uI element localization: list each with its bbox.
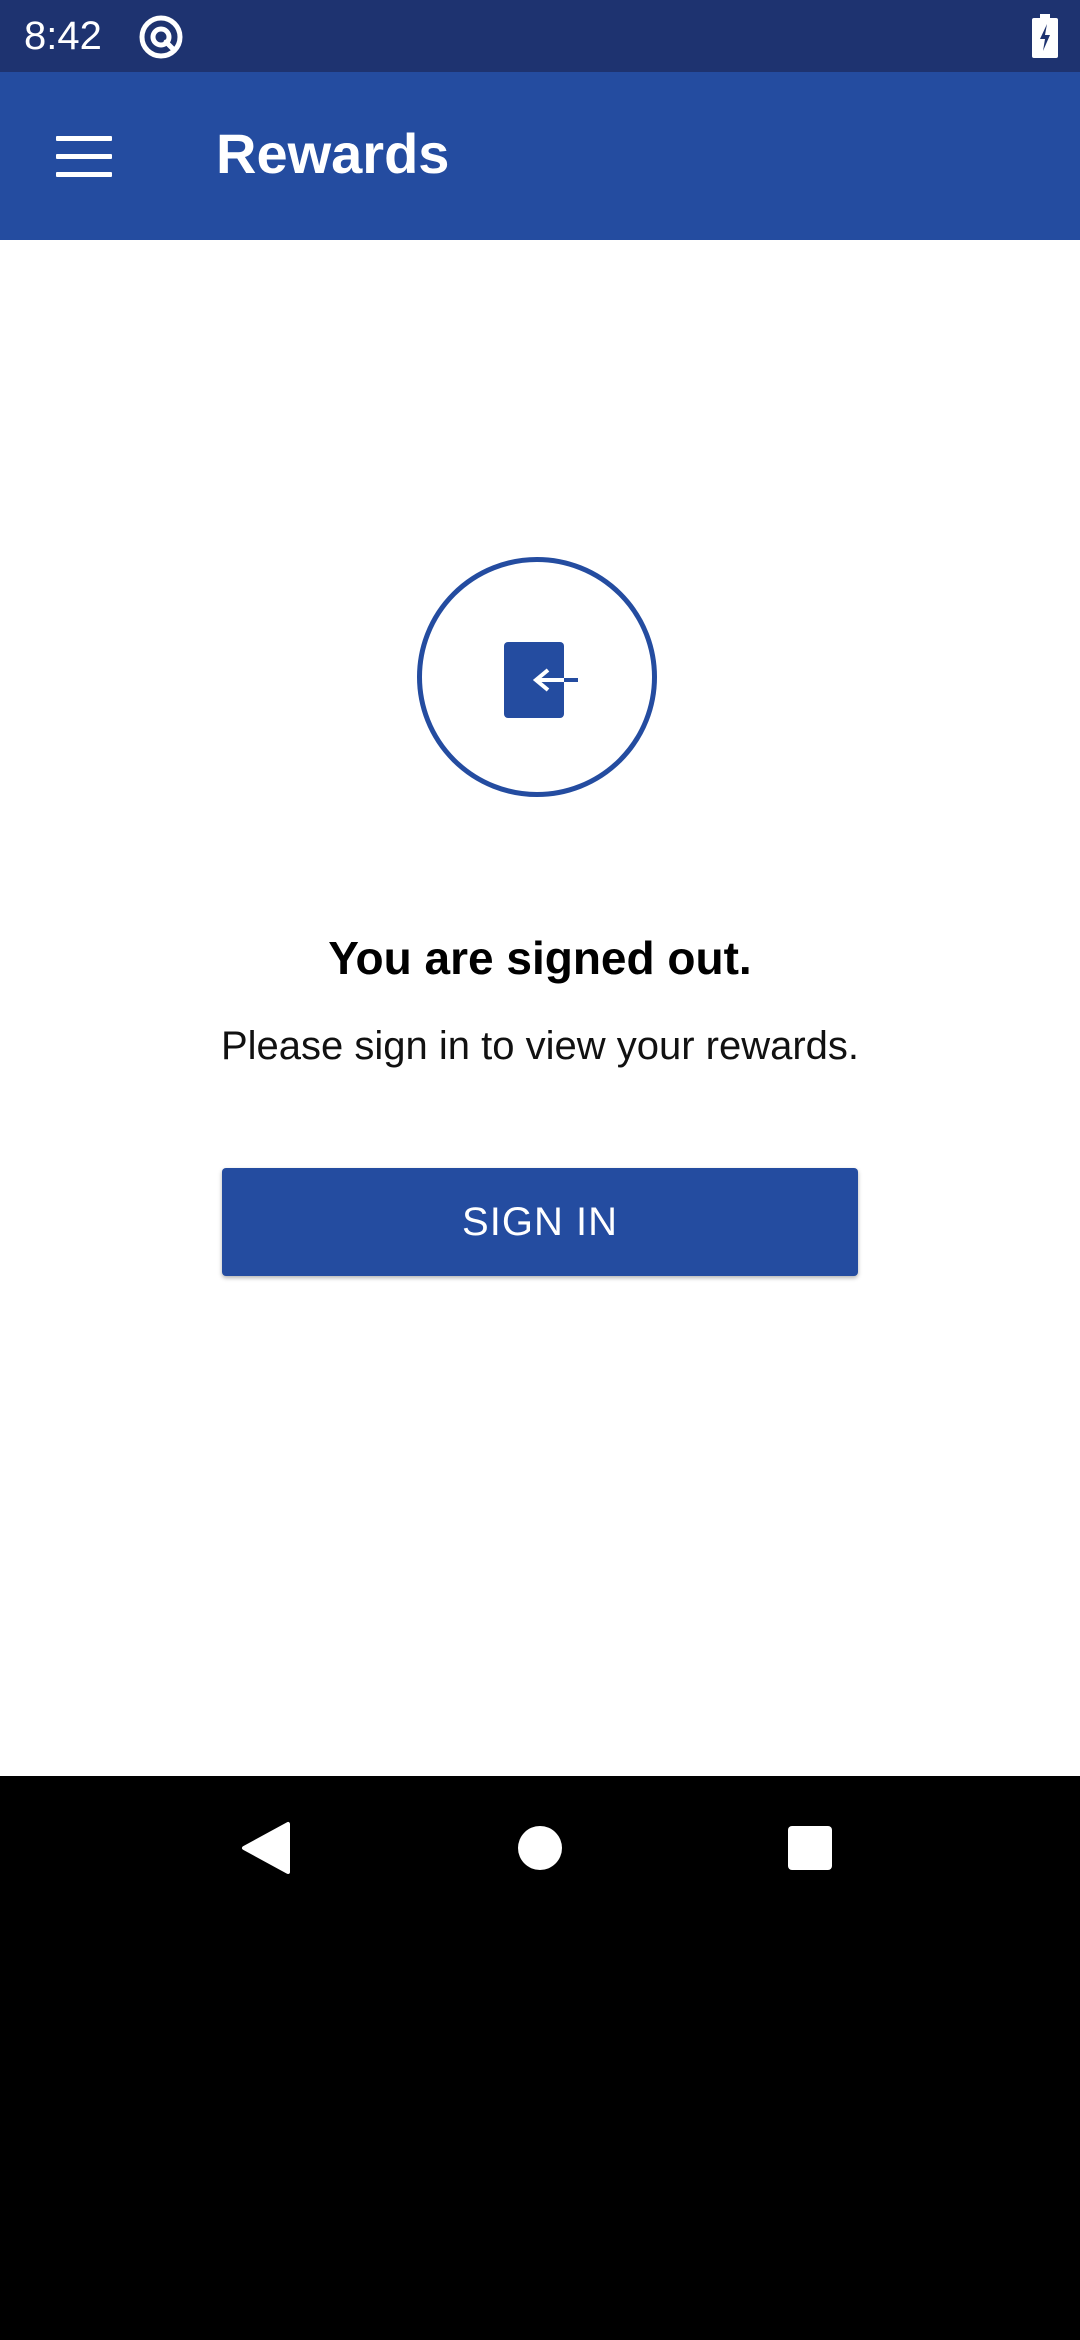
page-title: Rewards bbox=[216, 122, 450, 185]
status-bar: 8:42 bbox=[0, 0, 1080, 72]
menu-bar-line bbox=[56, 136, 112, 141]
menu-bar-line bbox=[56, 154, 112, 159]
hamburger-menu-icon[interactable] bbox=[44, 120, 124, 192]
recents-square-icon[interactable] bbox=[788, 1826, 832, 1870]
screen: 8:42 Rewards You are signed out. Please … bbox=[0, 0, 1080, 2340]
sign-in-door-arrow-icon bbox=[504, 642, 578, 718]
system-nav-bar bbox=[0, 1776, 1080, 1920]
app-bar: Rewards bbox=[0, 72, 1080, 240]
signed-out-heading: You are signed out. bbox=[328, 932, 752, 984]
status-time: 8:42 bbox=[24, 14, 102, 58]
main-content: You are signed out. Please sign in to vi… bbox=[0, 240, 1080, 1776]
menu-bar-line bbox=[56, 172, 112, 177]
sign-in-button[interactable]: SIGN IN bbox=[222, 1168, 858, 1276]
at-sign-icon bbox=[139, 15, 183, 59]
signed-out-message: Please sign in to view your rewards. bbox=[220, 1024, 860, 1068]
empty-lower-area bbox=[0, 1920, 1080, 2340]
battery-charging-icon bbox=[1032, 14, 1058, 58]
home-circle-icon[interactable] bbox=[518, 1826, 562, 1870]
back-triangle-icon[interactable] bbox=[240, 1820, 292, 1876]
